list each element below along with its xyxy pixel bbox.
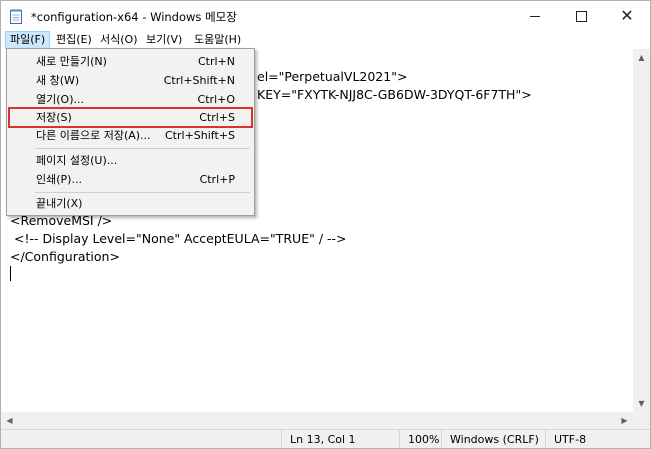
status-cursor-position: Ln 13, Col 1 <box>281 430 396 448</box>
text-caret <box>10 266 11 281</box>
code-line: el="PerpetualVL2021"> <box>257 69 408 84</box>
status-encoding: UTF-8 <box>545 430 650 448</box>
scroll-down-icon[interactable]: ▼ <box>633 395 650 412</box>
menu-item-label: 다른 이름으로 저장(A)... <box>36 129 151 142</box>
maximize-icon <box>575 10 587 22</box>
menu-file[interactable]: 파일(F) <box>5 31 51 49</box>
menu-item-shortcut: Ctrl+P <box>199 173 235 186</box>
menu-item-exit[interactable]: 끝내기(X) <box>8 193 253 214</box>
menu-item-save-as[interactable]: 다른 이름으로 저장(A)... Ctrl+Shift+S <box>8 125 253 146</box>
menu-item-shortcut: Ctrl+S <box>199 111 235 124</box>
scrollbar-corner <box>633 412 650 429</box>
menu-item-shortcut: Ctrl+N <box>197 55 235 68</box>
minimize-button[interactable] <box>512 1 558 31</box>
title-bar[interactable]: *configuration-x64 - Windows 메모장 ✕ <box>1 1 650 31</box>
menu-help[interactable]: 도움말(H) <box>190 31 245 49</box>
close-button[interactable]: ✕ <box>604 1 650 31</box>
file-menu-dropdown: 새로 만들기(N) Ctrl+N 새 창(W) Ctrl+Shift+N 열기(… <box>6 48 255 216</box>
notepad-app-icon <box>10 9 22 24</box>
menu-item-shortcut: Ctrl+Shift+S <box>165 129 235 142</box>
menu-item-page-setup[interactable]: 페이지 설정(U)... <box>8 150 253 171</box>
minimize-icon <box>530 15 540 17</box>
menu-edit[interactable]: 편집(E) <box>52 31 96 49</box>
status-line-ending: Windows (CRLF) <box>441 430 542 448</box>
vertical-scrollbar[interactable]: ▲ ▼ <box>633 49 650 412</box>
menu-view[interactable]: 보기(V) <box>142 31 186 49</box>
menu-item-shortcut: Ctrl+Shift+N <box>163 74 235 87</box>
scroll-up-icon[interactable]: ▲ <box>633 49 650 66</box>
notepad-window: *configuration-x64 - Windows 메모장 ✕ 파일(F)… <box>0 0 651 449</box>
status-zoom: 100% <box>399 430 440 448</box>
close-icon: ✕ <box>620 6 634 25</box>
maximize-button[interactable] <box>558 1 604 31</box>
menu-item-print[interactable]: 인쇄(P)... Ctrl+P <box>8 169 253 190</box>
window-title: *configuration-x64 - Windows 메모장 <box>31 10 237 24</box>
menu-separator <box>35 148 250 149</box>
horizontal-scrollbar[interactable]: ◀ ▶ <box>1 412 633 429</box>
menu-item-label: 인쇄(P)... <box>36 173 82 186</box>
status-bar: Ln 13, Col 1 100% Windows (CRLF) UTF-8 <box>1 429 650 448</box>
menu-item-label: 끝내기(X) <box>36 197 83 210</box>
menu-format[interactable]: 서식(O) <box>96 31 141 49</box>
menu-item-label: 새로 만들기(N) <box>36 55 107 68</box>
menu-item-new-window[interactable]: 새 창(W) Ctrl+Shift+N <box>8 70 253 91</box>
menu-item-new[interactable]: 새로 만들기(N) Ctrl+N <box>8 51 253 72</box>
code-line: KEY="FXYTK-NJJ8C-GB6DW-3DYQT-6F7TH"> <box>257 87 532 102</box>
code-line: </Configuration> <box>10 249 120 264</box>
scroll-left-icon[interactable]: ◀ <box>1 412 18 429</box>
menu-item-label: 페이지 설정(U)... <box>36 154 118 167</box>
menu-item-label: 새 창(W) <box>36 74 80 87</box>
menu-item-label: 저장(S) <box>36 111 72 124</box>
menu-bar: 파일(F) 편집(E) 서식(O) 보기(V) 도움말(H) <box>1 31 650 49</box>
code-line: <!-- Display Level="None" AcceptEULA="TR… <box>10 231 347 246</box>
scroll-right-icon[interactable]: ▶ <box>616 412 633 429</box>
